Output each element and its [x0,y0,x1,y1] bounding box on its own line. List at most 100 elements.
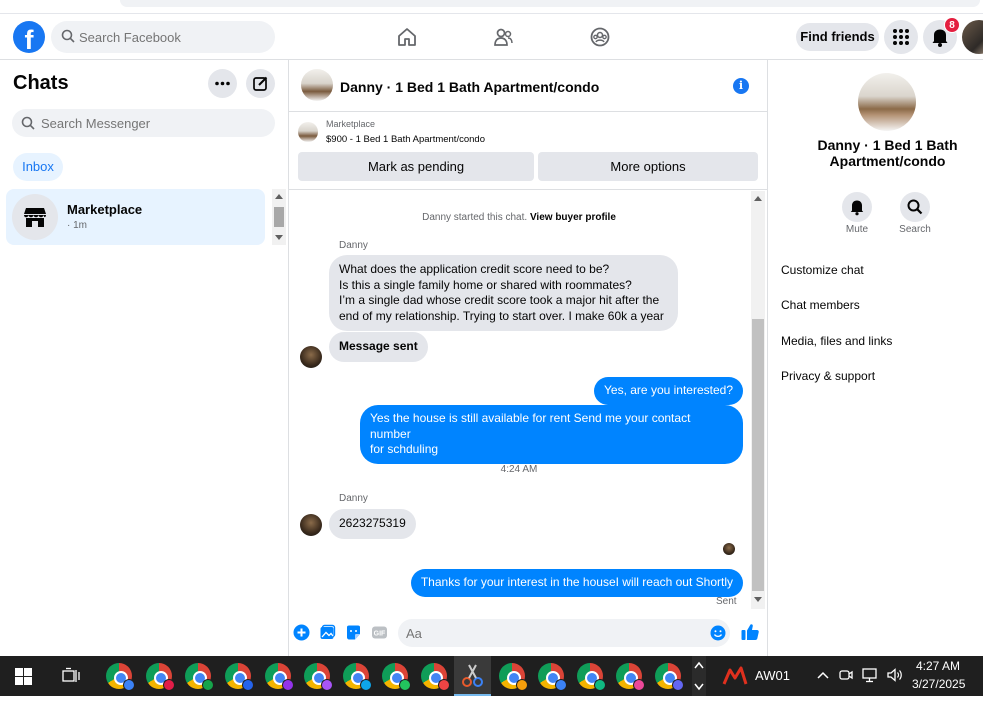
message-composer: GIF [289,612,768,656]
messenger-search-input[interactable] [41,109,266,137]
outgoing-message[interactable]: Thanks for your interest in the houseI w… [410,569,743,597]
messenger-search[interactable] [12,109,275,137]
groups-icon[interactable] [589,26,611,48]
conversation-header: Danny · 1 Bed 1 Bath Apartment/condo i [289,60,768,112]
media-files-links-item[interactable]: Media, files and links [781,334,892,348]
plus-icon[interactable] [293,624,310,641]
network-icon[interactable] [862,667,880,683]
incoming-message[interactable]: 2623275319 [329,509,416,539]
chat-list-item-marketplace[interactable]: Marketplace · 1m [6,189,265,245]
chrome-icon[interactable] [382,663,411,691]
sender-name: Danny [339,493,368,504]
mark-as-pending-button[interactable]: Mark as pending [298,152,534,181]
top-navigation: f Find friends 8 [0,14,983,60]
home-icon[interactable] [396,26,418,48]
facebook-search-input[interactable] [79,21,269,53]
incoming-message[interactable]: Message sent [329,332,428,362]
chat-list-scrollbar[interactable] [272,189,286,245]
sender-avatar[interactable] [300,346,322,368]
sender-name: Danny [339,240,368,251]
emoji-icon[interactable] [710,625,726,641]
volume-icon[interactable] [886,667,904,683]
chrome-icon[interactable] [225,663,254,691]
marketplace-avatar [12,194,58,240]
show-hidden-icons-icon[interactable] [816,669,830,681]
listing-thumbnail[interactable] [298,122,318,142]
inbox-tab[interactable]: Inbox [13,153,63,181]
chrome-icon[interactable] [421,663,450,691]
customize-chat-item[interactable]: Customize chat [781,263,864,277]
chrome-icon[interactable] [577,663,606,691]
scroll-up-icon[interactable] [754,196,762,201]
chrome-icon[interactable] [655,663,684,691]
thread-scrollbar[interactable] [751,191,765,609]
menu-grid-button[interactable] [884,20,918,54]
profile-avatar[interactable] [962,20,983,54]
like-icon[interactable] [740,622,760,642]
chrome-icon[interactable] [265,663,294,691]
windows-start-icon[interactable] [15,668,32,685]
photo-icon[interactable] [319,624,336,641]
chrome-icon[interactable] [304,663,333,691]
contact-avatar[interactable] [858,73,916,131]
chats-title: Chats [13,72,69,94]
chat-started-notice: Danny started this chat. View buyer prof… [422,212,616,223]
outgoing-message[interactable]: Yes, are you interested? [594,377,743,405]
chat-time: · 1m [67,220,87,231]
address-bar-edge [120,0,980,7]
chrome-icon[interactable] [146,663,175,691]
mute-button[interactable] [842,192,872,222]
chrome-icon[interactable] [499,663,528,691]
aw-app-label[interactable]: AW01 [755,668,790,683]
chrome-icon[interactable] [185,663,214,691]
info-icon[interactable]: i [733,78,749,94]
snipping-tool-app[interactable] [454,656,491,696]
message-input-field[interactable] [406,619,696,647]
contact-name: Danny · 1 Bed 1 Bath Apartment/condo [817,137,958,169]
scroll-down-icon[interactable] [275,235,283,240]
conversation-avatar[interactable] [301,69,333,101]
meet-now-icon[interactable] [838,667,854,683]
chevron-up-icon [694,661,704,691]
privacy-support-item[interactable]: Privacy & support [781,369,875,383]
search-icon [21,116,35,130]
find-friends-button[interactable]: Find friends [796,23,879,51]
scroll-up-icon[interactable] [275,194,283,199]
chrome-icon[interactable] [106,663,135,691]
more-options-button[interactable]: More options [538,152,758,181]
sender-avatar[interactable] [300,514,322,536]
chrome-icon[interactable] [538,663,567,691]
new-message-button[interactable] [246,69,275,98]
task-view-icon[interactable] [62,667,80,685]
marketplace-listing-bar: Marketplace $900 - 1 Bed 1 Bath Apartmen… [289,112,768,190]
snipping-tool-icon [462,664,483,687]
outgoing-message[interactable]: Yes the house is still available for ren… [360,405,743,464]
taskbar-overflow[interactable] [692,656,706,696]
scroll-down-icon[interactable] [754,597,762,602]
scrollbar-thumb[interactable] [274,207,284,227]
gif-icon[interactable]: GIF [371,624,388,641]
conversation-title[interactable]: Danny · 1 Bed 1 Bath Apartment/condo [340,79,599,95]
mute-label: Mute [845,224,869,235]
chat-options-button[interactable] [208,69,237,98]
search-in-conversation-button[interactable] [900,192,930,222]
clock-date[interactable]: 3/27/2025 [912,677,965,691]
facebook-search[interactable] [51,21,275,53]
windows-taskbar: AW01 4:27 AM 3/27/2025 [0,656,983,696]
chat-name: Marketplace [67,202,143,217]
message-input[interactable] [398,619,730,647]
friends-icon[interactable] [492,26,514,48]
clock-time[interactable]: 4:27 AM [916,659,960,673]
sticker-icon[interactable] [345,624,362,641]
chat-members-item[interactable]: Chat members [781,298,860,312]
view-buyer-profile-link[interactable]: View buyer profile [530,212,616,223]
listing-title[interactable]: $900 - 1 Bed 1 Bath Apartment/condo [326,134,485,145]
chrome-icon[interactable] [616,663,645,691]
incoming-message[interactable]: What does the application credit score n… [329,255,678,331]
grid-icon [893,29,909,45]
aw-app-icon[interactable] [722,664,748,688]
chrome-icon[interactable] [343,663,372,691]
conversation-panel: Danny · 1 Bed 1 Bath Apartment/condo i M… [289,60,768,656]
facebook-logo-icon[interactable]: f [13,21,45,53]
scrollbar-thumb[interactable] [752,319,764,591]
